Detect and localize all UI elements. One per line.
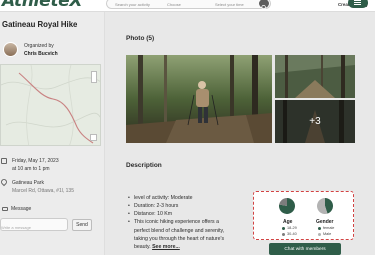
legend-label: Male <box>323 232 332 236</box>
see-more-link[interactable]: See more... <box>152 244 180 250</box>
route-map[interactable] <box>0 64 101 146</box>
age-legend-18-29: 18-29 <box>282 226 297 230</box>
description-heading: Description <box>126 162 162 169</box>
menu-icon-bar <box>354 2 361 3</box>
description-end: beauty. <box>134 244 151 251</box>
age-title: Age <box>283 219 293 225</box>
message-label: Message <box>11 206 32 212</box>
photo-thumbnail-1[interactable] <box>275 55 355 98</box>
age-pie-chart <box>279 198 295 214</box>
event-location: Gatineau Park Marcel Rd, Ottawa, #1l, 13… <box>12 180 74 195</box>
search-activity-field[interactable]: Search your activity <box>115 2 150 7</box>
photo-main[interactable] <box>126 55 272 143</box>
age-legend-30-40: 30-40 <box>282 232 297 236</box>
photo-thumbnail-2[interactable]: +3 <box>275 100 355 143</box>
organized-by-label: Organized by <box>24 43 54 49</box>
calendar-icon <box>1 158 7 164</box>
app-logo[interactable]: AthleteX <box>2 0 82 11</box>
top-navigation-bar: AthleteX Search your activity Choose Sel… <box>0 0 375 12</box>
event-date-line: Friday, May 17, 2023 <box>12 158 59 164</box>
gender-legend-male: Male <box>318 232 331 236</box>
description-list: level of activity: Moderate Duration: 2-… <box>128 194 273 226</box>
more-photos-overlay[interactable]: +3 <box>275 100 355 143</box>
map-trails <box>1 65 100 145</box>
hiker-photo <box>126 55 272 143</box>
organizer-name[interactable]: Chris Bucvich <box>24 51 58 57</box>
organizer-avatar[interactable] <box>3 42 18 57</box>
activity-search-bar[interactable]: Search your activity Choose Select your … <box>106 0 271 11</box>
forest-photo <box>275 55 355 98</box>
menu-button[interactable] <box>348 0 368 8</box>
legend-label: 30-40 <box>287 232 297 236</box>
message-input[interactable] <box>0 218 68 231</box>
map-fullscreen-button[interactable] <box>90 134 97 141</box>
chat-with-members-button[interactable]: Chat with members <box>269 243 341 255</box>
event-date: Friday, May 17, 2023 at 10 am to 1 pm <box>12 158 59 173</box>
description-last-line: beauty. See more... <box>134 243 272 251</box>
description-line: taking you through the heart of nature's <box>134 236 225 243</box>
send-button[interactable]: Send <box>72 219 92 231</box>
list-item: Duration: 2-3 hours <box>128 202 273 210</box>
description-line: perfect blend of challenge and serenity, <box>134 228 225 234</box>
map-zoom-control[interactable] <box>91 71 97 83</box>
event-time-line: at 10 am to 1 pm <box>12 165 50 172</box>
gender-pie-chart <box>317 198 333 214</box>
list-item: level of activity: Moderate <box>128 194 273 202</box>
event-title: Gatineau Royal Hike <box>2 20 78 29</box>
search-choose-field[interactable]: Choose <box>167 2 181 7</box>
gender-legend-female: female <box>318 226 334 230</box>
gender-title: Gender <box>316 219 334 225</box>
logo-accent: X <box>69 0 83 11</box>
search-icon <box>261 4 267 11</box>
logo-text: Athlete <box>2 0 70 11</box>
search-time-field[interactable]: Select your time <box>215 2 244 7</box>
location-address: Marcel Rd, Ottawa, #1l, 135 <box>12 187 74 194</box>
legend-label: female <box>323 226 335 230</box>
search-button[interactable] <box>259 0 269 11</box>
menu-icon-bar <box>354 0 361 1</box>
message-icon <box>2 207 8 211</box>
location-name: Gatineau Park <box>12 180 44 186</box>
list-item: Distance: 10 Km <box>128 210 273 218</box>
description-continuation: perfect blend of challenge and serenity,… <box>134 227 272 251</box>
legend-label: 18-29 <box>287 226 297 230</box>
demographics-panel: Age 18-29 30-40 Gender female Male <box>253 191 354 240</box>
photos-heading: Photo (5) <box>126 35 155 42</box>
menu-icon-bar <box>354 4 361 5</box>
list-item: This iconic hiking experience offers a <box>128 218 273 226</box>
